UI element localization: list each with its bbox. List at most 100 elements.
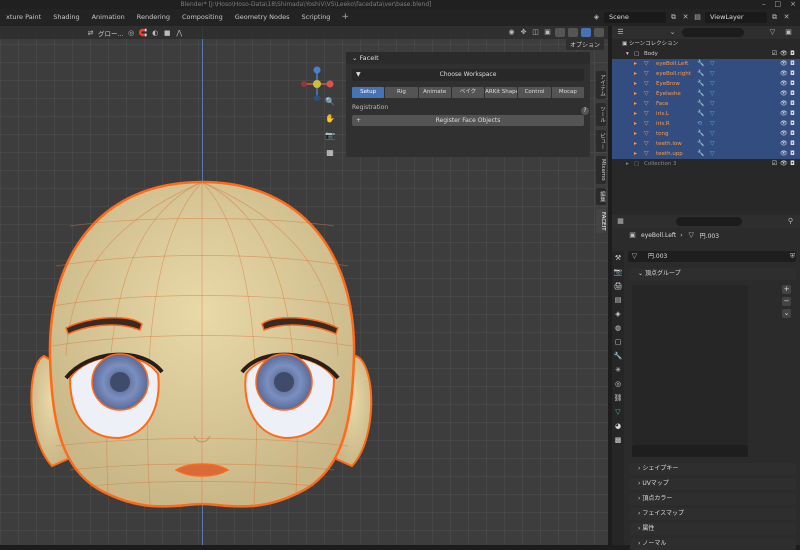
vertex-group-specials-button[interactable]: ⌄ [782, 309, 791, 318]
filter-funnel-icon[interactable]: ▽ [768, 28, 777, 37]
physics-tab-icon[interactable]: ◎ [614, 380, 623, 389]
choose-workspace-dropdown[interactable]: ▼ Choose Workspace [352, 69, 584, 81]
eye-icon[interactable]: 👁 [780, 70, 788, 78]
close-button[interactable]: × [790, 0, 796, 9]
data-tab-icon[interactable]: ▽ [614, 408, 623, 417]
outliner-scene-collection[interactable]: ▣ シーンコレクション [612, 39, 800, 49]
eye-icon[interactable]: 👁 [780, 150, 788, 158]
material-tab-icon[interactable]: ◕ [614, 422, 623, 431]
constraints-tab-icon[interactable]: ⛓ [614, 394, 623, 403]
camera-icon[interactable]: ◘ [789, 80, 796, 88]
sidebar-tab-view[interactable]: ビュー [596, 129, 606, 152]
outliner-item-face[interactable]: ▸ ▽ Face 🔧 ▽ 👁 ◘ [612, 99, 800, 109]
remove-scene-icon[interactable]: ✕ [681, 13, 690, 22]
faceit-tab-animate[interactable]: Animate [418, 87, 451, 98]
outliner-search-input[interactable] [682, 28, 744, 37]
copy-layer-icon[interactable]: ⧉ [770, 13, 779, 22]
camera-view-icon[interactable]: 📷 [324, 130, 336, 142]
add-workspace-button[interactable]: + [336, 9, 354, 26]
copy-scene-icon[interactable]: ⧉ [669, 13, 678, 22]
neg-z-axis-icon[interactable] [314, 95, 320, 101]
view-layer-tab-icon[interactable]: ▤ [614, 296, 623, 305]
outliner-item-eyebrow[interactable]: ▸ ▽ EyeBrow 🔧 ▽ 👁 ◘ [612, 79, 800, 89]
outliner-item-teeth-low[interactable]: ▸ ▽ teeth.low 🔧 ▽ 👁 ◘ [612, 139, 800, 149]
fake-user-shield-icon[interactable]: ⛨ [788, 252, 797, 261]
camera-icon[interactable]: ◘ [789, 70, 796, 78]
tab-texture-paint[interactable]: xture Paint [0, 9, 47, 26]
outliner-item-tong[interactable]: ▸ ▽ tong 🔧 ▽ 👁 ◘ [612, 129, 800, 139]
camera-icon[interactable]: ◘ [789, 150, 796, 158]
faceit-panel-header[interactable]: ⌄ FaceIt [346, 52, 590, 64]
expand-arrow-icon[interactable]: ▸ [634, 59, 637, 69]
properties-editor-icon[interactable]: ▦ [616, 217, 625, 226]
expand-arrow-icon[interactable]: ▸ [634, 99, 637, 109]
properties-search-input[interactable] [676, 217, 742, 226]
y-axis-icon[interactable] [313, 80, 321, 88]
eye-icon[interactable]: 👁 [780, 110, 788, 118]
tab-animation[interactable]: Animation [86, 9, 131, 26]
register-face-objects-button[interactable]: + Register Face Objects [352, 115, 584, 126]
outliner-item-iris-r[interactable]: ▸ ▽ iris.R ⟲ ▽ 👁 ◘ [612, 119, 800, 129]
vertex-groups-list[interactable] [632, 285, 748, 445]
render-tab-icon[interactable]: 📷 [614, 268, 623, 277]
3d-viewport[interactable]: ⇄ グロー... ◎ 🧲 ◐ ■ ⋀ ◉ ✥ ◫ ▣ オプション 🔍 ✋ 📷 ▦… [0, 26, 608, 545]
mesh-browse-icon[interactable]: ▽ [630, 252, 639, 261]
output-tab-icon[interactable]: 🖨 [614, 282, 623, 291]
scene-tab-icon[interactable]: ◈ [614, 310, 623, 319]
mouth[interactable] [174, 463, 230, 477]
zoom-icon[interactable]: 🔍 [324, 96, 336, 108]
tab-rendering[interactable]: Rendering [131, 9, 176, 26]
expand-arrow-icon[interactable]: ▸ [634, 69, 637, 79]
add-vertex-group-button[interactable]: + [782, 285, 791, 294]
vertex-groups-section[interactable]: ⌄ 頂点グループ [630, 268, 796, 280]
outliner-item-teeth-upp[interactable]: ▸ ▽ teeth.upp 🔧 ▽ 👁 ◘ [612, 149, 800, 159]
vertex-group-filter-input[interactable] [632, 445, 748, 457]
outliner-item-eyeboll-left[interactable]: ▸ ▽ eyeBoll.Left 🔧 ▽ 👁 ◘ [612, 59, 800, 69]
modifier-tab-icon[interactable]: 🔧 [614, 352, 623, 361]
view-layer-field[interactable]: ViewLayer [705, 12, 767, 23]
camera-icon[interactable]: ◘ [789, 50, 796, 58]
scene-field[interactable]: Scene [604, 12, 666, 23]
tab-compositing[interactable]: Compositing [176, 9, 229, 26]
tab-scripting[interactable]: Scripting [296, 9, 337, 26]
eye-icon[interactable]: 👁 [780, 120, 788, 128]
sidebar-tab-edit[interactable]: 編集 [596, 187, 606, 205]
minimize-button[interactable]: – [762, 0, 766, 9]
texture-tab-icon[interactable]: ▩ [614, 436, 623, 445]
face-maps-section[interactable]: › フェイスマップ [630, 508, 796, 520]
expand-arrow-icon[interactable]: ▸ [634, 129, 637, 139]
attributes-section[interactable]: › 属性 [630, 523, 796, 535]
pin-icon[interactable]: ⚲ [786, 217, 795, 226]
camera-icon[interactable]: ◘ [789, 110, 796, 118]
sidebar-tab-faceit[interactable]: FACEIT [596, 208, 606, 234]
particles-tab-icon[interactable]: ✳ [614, 366, 623, 375]
camera-icon[interactable]: ◘ [789, 90, 796, 98]
neg-x-axis-icon[interactable] [301, 81, 307, 87]
eye-icon[interactable]: 👁 [780, 160, 788, 168]
expand-arrow-icon[interactable]: ▸ [634, 89, 637, 99]
tab-shading[interactable]: Shading [47, 9, 85, 26]
tool-tab-icon[interactable]: ⚒ [614, 254, 623, 263]
eye-icon[interactable]: 👁 [780, 140, 788, 148]
outliner-editor-icon[interactable]: ☰ [616, 28, 625, 37]
checkbox-icon[interactable]: ☑ [771, 50, 778, 58]
collapse-arrow-icon[interactable]: ▾ [626, 49, 629, 59]
sidebar-tab-tool[interactable]: ツール [596, 103, 606, 126]
checkbox-icon[interactable]: ☑ [771, 160, 778, 168]
camera-icon[interactable]: ◘ [789, 100, 796, 108]
eye-icon[interactable]: 👁 [780, 90, 788, 98]
eye-icon[interactable]: 👁 [780, 100, 788, 108]
faceit-tab-rig[interactable]: Rig [385, 87, 418, 98]
remove-layer-icon[interactable]: ✕ [782, 13, 791, 22]
help-icon[interactable]: ? [581, 107, 589, 115]
expand-arrow-icon[interactable]: ▸ [634, 79, 637, 89]
faceit-tab-mocap[interactable]: Mocap [551, 87, 584, 98]
filter-dropdown-icon[interactable]: ⌄ [668, 28, 677, 37]
normals-section[interactable]: › ノーマル [630, 538, 796, 550]
eye-icon[interactable]: 👁 [780, 130, 788, 138]
expand-arrow-icon[interactable]: ▸ [634, 109, 637, 119]
expand-arrow-icon[interactable]: ▸ [634, 139, 637, 149]
expand-arrow-icon[interactable]: ▸ [626, 159, 629, 169]
camera-icon[interactable]: ◘ [789, 120, 796, 128]
faceit-tab-arkit-shapes[interactable]: ARKit Shapes [485, 87, 518, 98]
